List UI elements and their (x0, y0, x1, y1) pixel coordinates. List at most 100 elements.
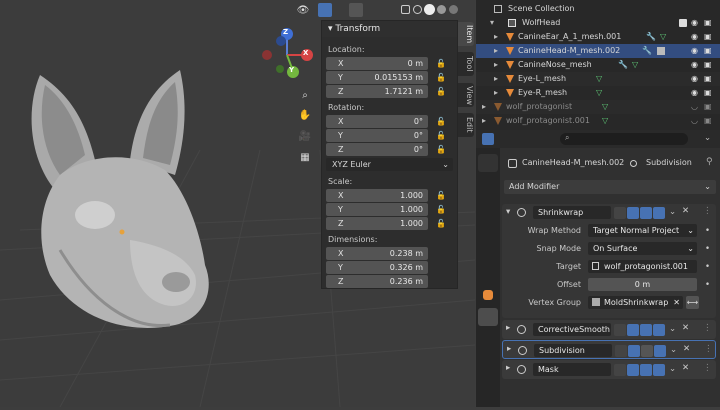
dimensions-y-field[interactable]: Y 0.326 m (326, 261, 428, 274)
wireframe-shading-icon[interactable] (413, 5, 422, 14)
modifier-panel-correctivesmooth[interactable]: ▸ CorrectiveSmooth ⌄ ✕ ⋮ (502, 320, 716, 339)
chevron-right-icon[interactable]: ▸ (506, 363, 510, 373)
pan-hand-icon[interactable]: ✋ (298, 108, 312, 122)
lock-icon[interactable]: 🔓 (436, 59, 446, 68)
location-z-field[interactable]: Z 1.7121 m (326, 85, 428, 98)
edit-mode-toggle-icon[interactable] (615, 345, 627, 357)
tool-tab-icon[interactable] (478, 154, 498, 172)
outliner-item[interactable]: ▸ CanineNose_mesh 🔧 ▽ ◉ ▣ (476, 58, 720, 72)
tab-edit[interactable]: Edit (458, 113, 474, 137)
chevron-down-icon[interactable]: ⌄ (704, 133, 711, 143)
close-icon[interactable]: ✕ (673, 296, 680, 309)
scale-z-field[interactable]: Z 1.000 (326, 217, 428, 230)
chevron-down-icon[interactable]: ▾ (490, 16, 494, 30)
keyframe-dot-icon[interactable]: • (705, 262, 710, 272)
eye-icon[interactable]: 👁 (296, 4, 310, 16)
keyframe-dot-icon[interactable]: • (705, 280, 710, 290)
search-input[interactable]: ⌕ (560, 133, 688, 145)
transform-header[interactable]: ▾ Transform (322, 21, 457, 37)
camera-icon[interactable]: ▣ (704, 30, 712, 44)
chevron-down-icon[interactable]: ▾ (506, 207, 510, 217)
realtime-display-icon[interactable] (640, 324, 652, 336)
outliner-item[interactable]: ▸ Eye-L_mesh ▽ ◉ ▣ (476, 72, 720, 86)
location-x-field[interactable]: X 0 m (326, 57, 428, 70)
rotation-z-field[interactable]: Z 0° (326, 143, 428, 156)
grid-icon[interactable]: ▦ (298, 150, 312, 164)
rotation-mode-select[interactable]: XYZ Euler ⌄ (326, 158, 453, 171)
camera-icon[interactable]: ▣ (704, 16, 712, 30)
chevron-right-icon[interactable]: ▸ (482, 100, 486, 114)
chevron-right-icon[interactable]: ▸ (494, 72, 498, 86)
view-layer-tab-icon[interactable] (478, 222, 498, 240)
material-shading-icon[interactable] (437, 5, 446, 14)
constraints-tab-icon[interactable] (478, 371, 498, 389)
render-camera-icon[interactable] (653, 207, 665, 219)
rotation-y-field[interactable]: Y 0° (326, 129, 428, 142)
dimensions-z-field[interactable]: Z 0.236 m (326, 275, 428, 288)
camera-icon[interactable]: ▣ (704, 86, 712, 100)
object-tab-icon[interactable] (483, 290, 493, 300)
drag-handle-icon[interactable]: ⋮ (704, 344, 713, 354)
lock-icon[interactable]: 🔓 (436, 131, 446, 140)
modifier-tab-icon[interactable] (478, 308, 498, 326)
eye-icon[interactable]: ◉ (691, 86, 698, 100)
outliner-item[interactable]: ▸ CanineHead-M_mesh.002 🔧 ◉ ▣ (476, 44, 720, 58)
modifier-name-field[interactable]: CorrectiveSmooth (533, 323, 611, 336)
close-icon[interactable]: ✕ (682, 323, 689, 333)
eye-icon[interactable]: ◉ (691, 72, 698, 86)
physics-tab-icon[interactable] (478, 350, 498, 368)
chevron-down-icon[interactable]: ⌄ (669, 207, 676, 217)
eye-icon[interactable]: ◉ (691, 30, 698, 44)
chevron-right-icon[interactable]: ▸ (494, 44, 498, 58)
chevron-down-icon[interactable]: ⌄ (669, 324, 676, 334)
dimensions-x-field[interactable]: X 0.238 m (326, 247, 428, 260)
edit-mode-toggle-icon[interactable] (614, 207, 626, 219)
close-icon[interactable]: ✕ (683, 344, 690, 354)
editor-type-button[interactable] (482, 133, 494, 145)
overlay-toggle-button[interactable] (349, 3, 363, 17)
outliner-item[interactable]: ▸ wolf_protagonist ▽ ◡ ▣ (476, 100, 720, 114)
output-tab-icon[interactable] (478, 201, 498, 219)
location-y-field[interactable]: Y 0.015153 m (326, 71, 428, 84)
modifier-name-field[interactable]: Subdivision (534, 344, 612, 357)
xray-icon[interactable] (401, 5, 410, 14)
editmode-icon[interactable] (627, 324, 639, 336)
edit-mode-toggle-icon[interactable] (614, 364, 626, 376)
data-tab-icon[interactable] (478, 392, 498, 410)
render-camera-icon[interactable] (654, 345, 666, 357)
realtime-display-icon[interactable] (641, 345, 653, 357)
chevron-right-icon[interactable]: ▸ (494, 30, 498, 44)
outliner-scene-row[interactable]: Scene Collection (476, 2, 720, 16)
chevron-right-icon[interactable]: ▸ (482, 114, 486, 128)
camera-icon[interactable]: ▣ (704, 114, 712, 128)
eye-closed-icon[interactable]: ◡ (691, 100, 698, 114)
vertex-group-field[interactable]: MoldShrinkwrap ✕ (588, 296, 683, 309)
particles-tab-icon[interactable] (478, 329, 498, 347)
lock-icon[interactable]: 🔓 (436, 205, 446, 214)
drag-handle-icon[interactable]: ⋮ (703, 323, 712, 333)
outliner-item[interactable]: ▸ Eye-R_mesh ▽ ◉ ▣ (476, 86, 720, 100)
navigation-gizmo[interactable]: Z X Y (258, 26, 316, 84)
snap-mode-select[interactable]: On Surface ⌄ (588, 242, 697, 255)
lock-icon[interactable]: 🔓 (436, 191, 446, 200)
rotation-x-field[interactable]: X 0° (326, 115, 428, 128)
target-field[interactable]: wolf_protagonist.001 (588, 260, 697, 273)
eye-icon[interactable]: ◉ (691, 16, 698, 30)
outliner-item[interactable]: ▸ CanineEar_A_1_mesh.001 🔧 ▽ ◉ ▣ (476, 30, 720, 44)
scale-x-field[interactable]: X 1.000 (326, 189, 428, 202)
keyframe-dot-icon[interactable]: • (705, 244, 710, 254)
lock-icon[interactable]: 🔓 (436, 73, 446, 82)
checkbox-icon[interactable] (679, 19, 687, 27)
chevron-right-icon[interactable]: ▸ (494, 86, 498, 100)
world-tab-icon[interactable] (478, 264, 498, 282)
gizmo-toggle-button[interactable] (318, 3, 332, 17)
lock-icon[interactable]: 🔓 (436, 219, 446, 228)
camera-icon[interactable]: ▣ (704, 72, 712, 86)
invert-arrows-icon[interactable]: ⟷ (686, 296, 699, 309)
render-camera-icon[interactable] (653, 324, 665, 336)
chevron-down-icon[interactable]: ⌄ (669, 364, 676, 374)
rendered-shading-icon[interactable] (449, 5, 458, 14)
edit-mode-toggle-icon[interactable] (614, 324, 626, 336)
shrinkwrap-name-field[interactable]: Shrinkwrap (533, 206, 611, 219)
close-icon[interactable]: ✕ (682, 363, 689, 373)
